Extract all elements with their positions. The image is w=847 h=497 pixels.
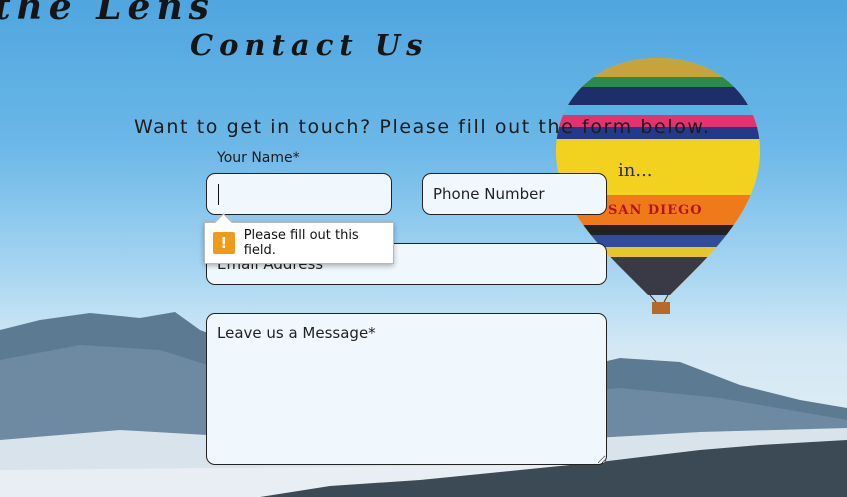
- text-cursor: [218, 184, 219, 205]
- brand-logo-text: the Lens: [0, 0, 215, 28]
- balloon-text-in: in...: [618, 160, 653, 181]
- name-input[interactable]: [206, 173, 392, 215]
- phone-input[interactable]: [422, 173, 607, 215]
- warning-icon: !: [213, 232, 235, 254]
- page-title: Contact Us: [190, 28, 429, 62]
- validation-tooltip: ! Please fill out this field.: [204, 222, 394, 264]
- message-textarea[interactable]: [206, 313, 607, 465]
- form-intro-text: Want to get in touch? Please fill out th…: [134, 116, 711, 138]
- balloon-text-san-diego: SAN DIEGO: [608, 203, 703, 218]
- name-field-label: Your Name*: [217, 150, 300, 166]
- validation-message: Please fill out this field.: [243, 228, 359, 258]
